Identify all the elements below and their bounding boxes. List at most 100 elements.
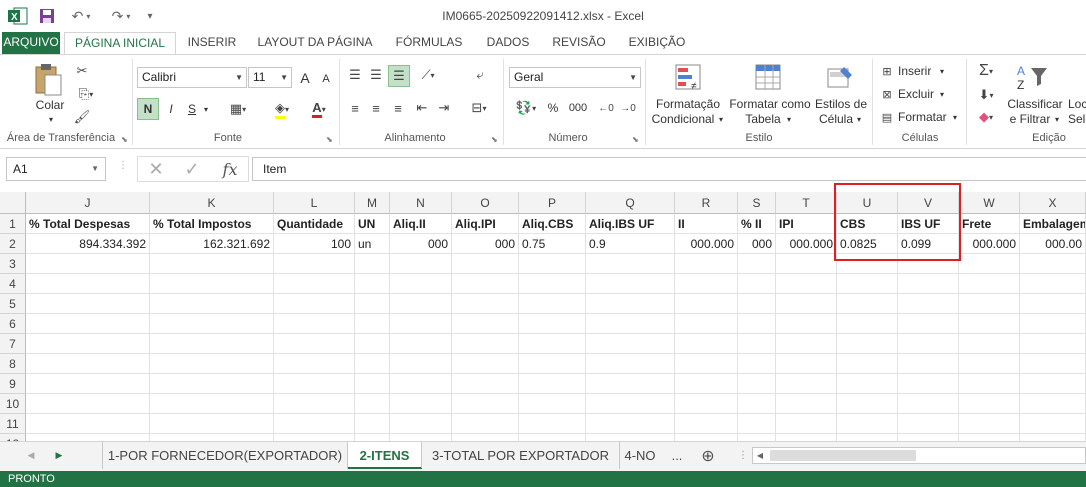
cell-w5[interactable] <box>959 294 1020 314</box>
chevron-down-icon[interactable]: ▾ <box>716 113 726 125</box>
cell-r1[interactable]: II <box>675 214 738 234</box>
cell-p9[interactable] <box>519 374 586 394</box>
cell-r6[interactable] <box>675 314 738 334</box>
find-select-label-2[interactable]: Sele <box>1068 112 1086 126</box>
cell-styles-label-1[interactable]: Estilos de <box>814 97 868 111</box>
cell-x3[interactable] <box>1020 254 1086 274</box>
cell-w12[interactable] <box>959 434 1020 441</box>
row-header-10[interactable]: 10 <box>0 394 26 414</box>
column-header-m[interactable]: M <box>355 192 390 214</box>
cell-l8[interactable] <box>274 354 355 374</box>
column-header-w[interactable]: W <box>959 192 1020 214</box>
cell-w1[interactable]: Frete <box>959 214 1020 234</box>
cell-p3[interactable] <box>519 254 586 274</box>
tab-formulas[interactable]: FÓRMULAS <box>388 32 470 55</box>
cell-q7[interactable] <box>586 334 675 354</box>
insert-cells-label[interactable]: Inserir <box>898 63 938 79</box>
row-header-5[interactable]: 5 <box>0 294 26 314</box>
cell-p12[interactable] <box>519 434 586 441</box>
cell-u5[interactable] <box>837 294 898 314</box>
cell-t11[interactable] <box>776 414 837 434</box>
cell-v12[interactable] <box>898 434 959 441</box>
conditional-formatting-label-1[interactable]: Formatação <box>650 97 726 111</box>
sheet-tab-3[interactable]: 3-TOTAL POR EXPORTADOR <box>422 442 620 469</box>
column-header-u[interactable]: U <box>837 192 898 214</box>
cell-q8[interactable] <box>586 354 675 374</box>
cell-t1[interactable]: IPI <box>776 214 837 234</box>
row-header-12[interactable]: 12 <box>0 434 26 441</box>
row-header-1[interactable]: 1 <box>0 214 26 234</box>
tab-revisao[interactable]: REVISÃO <box>546 32 612 55</box>
grow-font-button[interactable]: A <box>296 68 314 88</box>
column-header-r[interactable]: R <box>675 192 738 214</box>
tab-arquivo[interactable]: ARQUIVO <box>2 32 60 55</box>
cell-p2[interactable]: 0.75 <box>519 234 586 254</box>
cell-n7[interactable] <box>390 334 452 354</box>
cell-s5[interactable] <box>738 294 776 314</box>
cell-u1[interactable]: CBS <box>837 214 898 234</box>
cell-j6[interactable] <box>26 314 150 334</box>
cell-q5[interactable] <box>586 294 675 314</box>
cell-l7[interactable] <box>274 334 355 354</box>
row-header-8[interactable]: 8 <box>0 354 26 374</box>
align-top-icon[interactable]: ☰ <box>345 65 365 85</box>
increase-decimal-icon[interactable]: ←0 <box>596 98 616 118</box>
paste-button-label[interactable]: Colar <box>30 97 70 113</box>
cell-o1[interactable]: Aliq.IPI <box>452 214 519 234</box>
paste-dropdown-icon[interactable]: ▾ <box>46 113 56 125</box>
cell-x9[interactable] <box>1020 374 1086 394</box>
chevron-down-icon[interactable]: ▾ <box>201 100 211 118</box>
cell-p10[interactable] <box>519 394 586 414</box>
format-cells-label[interactable]: Formatar <box>898 109 950 125</box>
cell-v6[interactable] <box>898 314 959 334</box>
cell-n10[interactable] <box>390 394 452 414</box>
orientation-icon[interactable]: ⟋ ▾ <box>414 65 442 85</box>
cell-k3[interactable] <box>150 254 274 274</box>
cell-o8[interactable] <box>452 354 519 374</box>
cell-m10[interactable] <box>355 394 390 414</box>
column-header-k[interactable]: K <box>150 192 274 214</box>
cell-m11[interactable] <box>355 414 390 434</box>
row-header-11[interactable]: 11 <box>0 414 26 434</box>
sort-filter-label-1[interactable]: Classificar <box>1004 97 1066 111</box>
merge-center-icon[interactable]: ⊟ ▾ <box>464 98 494 118</box>
cell-x8[interactable] <box>1020 354 1086 374</box>
align-center-icon[interactable]: ≡ <box>366 98 386 118</box>
scroll-left-icon[interactable]: ◀ <box>754 448 766 463</box>
shrink-font-button[interactable]: A <box>318 70 334 88</box>
thousands-button[interactable]: 000 <box>565 98 591 118</box>
chevron-down-icon[interactable]: ▾ <box>854 113 864 125</box>
cell-u9[interactable] <box>837 374 898 394</box>
column-header-s[interactable]: S <box>738 192 776 214</box>
cell-q11[interactable] <box>586 414 675 434</box>
cell-o4[interactable] <box>452 274 519 294</box>
cell-j4[interactable] <box>26 274 150 294</box>
cell-k2[interactable]: 162.321.692 <box>150 234 274 254</box>
cell-t5[interactable] <box>776 294 837 314</box>
resize-handle-icon[interactable]: ⋮ <box>118 160 128 178</box>
cell-x4[interactable] <box>1020 274 1086 294</box>
sort-filter-icon[interactable]: AZ <box>1014 61 1050 93</box>
bold-button[interactable]: N <box>137 98 159 120</box>
cell-j2[interactable]: 894.334.392 <box>26 234 150 254</box>
cell-q6[interactable] <box>586 314 675 334</box>
cell-m5[interactable] <box>355 294 390 314</box>
wrap-text-icon[interactable]: ⤶ <box>470 65 490 85</box>
cell-v8[interactable] <box>898 354 959 374</box>
cell-j3[interactable] <box>26 254 150 274</box>
cell-x12[interactable] <box>1020 434 1086 441</box>
cell-u11[interactable] <box>837 414 898 434</box>
font-name-combo[interactable]: Calibri ▼ <box>137 67 247 88</box>
column-header-t[interactable]: T <box>776 192 837 214</box>
cell-t12[interactable] <box>776 434 837 441</box>
cell-n4[interactable] <box>390 274 452 294</box>
clear-icon[interactable]: ◆ ▾ <box>972 107 1000 127</box>
cell-v2[interactable]: 0.099 <box>898 234 959 254</box>
paste-icon[interactable] <box>30 61 66 99</box>
cell-s8[interactable] <box>738 354 776 374</box>
cell-k4[interactable] <box>150 274 274 294</box>
chevron-down-icon[interactable]: ▾ <box>1052 113 1062 125</box>
cell-k12[interactable] <box>150 434 274 441</box>
cancel-icon[interactable]: ✕ <box>146 159 166 179</box>
cell-p11[interactable] <box>519 414 586 434</box>
